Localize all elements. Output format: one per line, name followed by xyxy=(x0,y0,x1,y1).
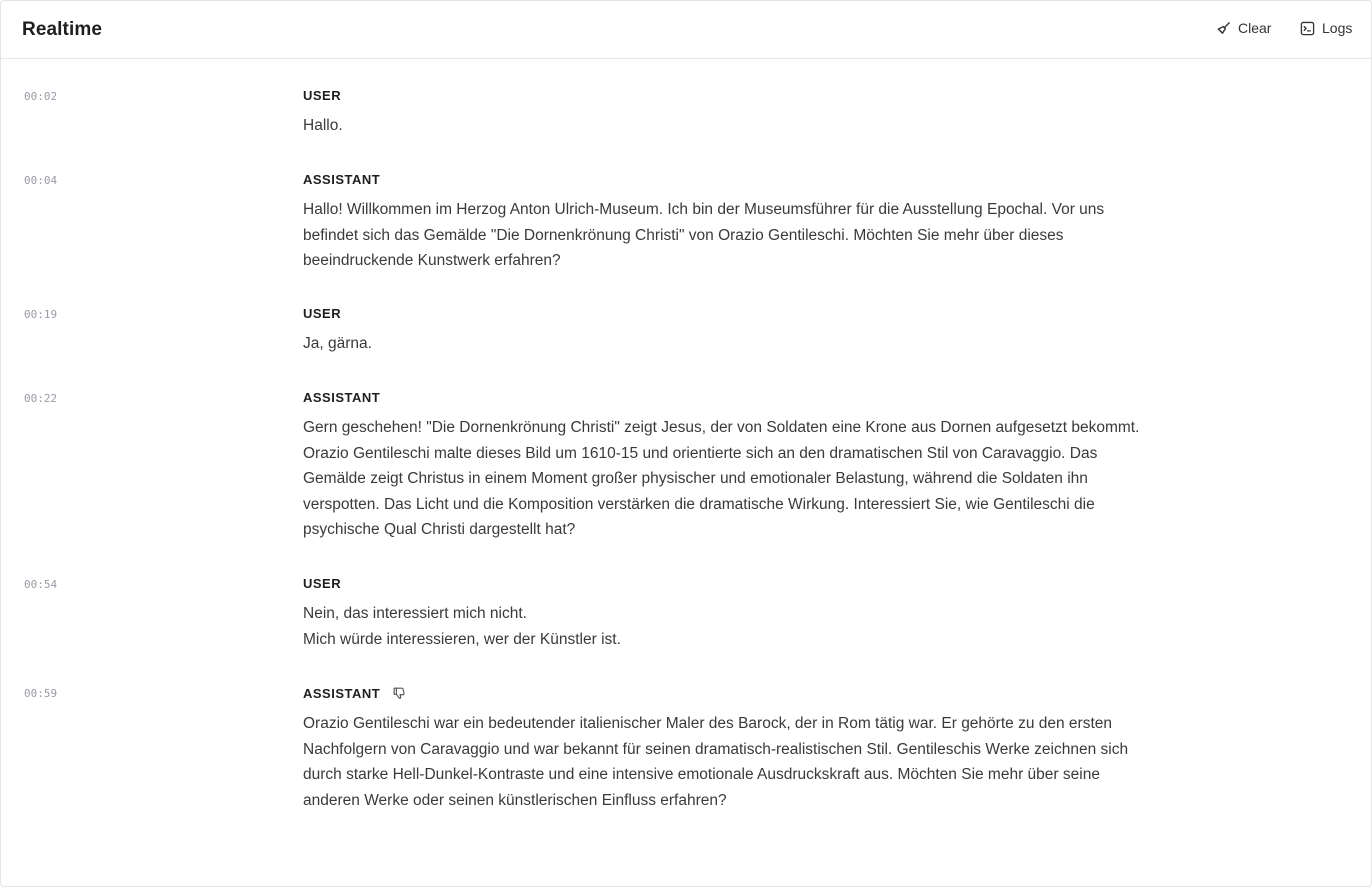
message-text: Gern geschehen! "Die Dornenkrönung Chris… xyxy=(303,419,1140,538)
message-timestamp: 00:02 xyxy=(24,90,58,103)
message-role: USER xyxy=(303,305,342,321)
message-text: Orazio Gentileschi war ein bedeutender i… xyxy=(303,715,1129,809)
message-text: Hallo! Willkommen im Herzog Anton Ulrich… xyxy=(303,201,1105,269)
message-timestamp: 00:54 xyxy=(24,578,58,591)
header: Realtime Clear Logs xyxy=(1,1,1371,59)
page-title: Realtime xyxy=(22,19,103,40)
realtime-panel: Realtime Clear Logs 00:02 USER Hallo. 00… xyxy=(0,0,1372,887)
message-timestamp: 00:19 xyxy=(24,308,58,321)
message-role: ASSISTANT xyxy=(303,389,381,405)
clear-button-label: Clear xyxy=(1238,20,1272,36)
message-timestamp: 00:59 xyxy=(24,687,58,700)
message-timestamp: 00:04 xyxy=(24,174,58,187)
terminal-icon xyxy=(1300,21,1315,36)
message-timestamp: 00:22 xyxy=(24,392,58,405)
thumbs-down-icon[interactable] xyxy=(392,686,406,700)
message-text: Nein, das interessiert mich nicht. Mich … xyxy=(303,605,621,648)
logs-button-label: Logs xyxy=(1322,20,1353,36)
clear-button[interactable]: Clear xyxy=(1216,20,1271,36)
message-role: USER xyxy=(303,87,342,103)
logs-button[interactable]: Logs xyxy=(1300,20,1352,36)
message-text: Hallo. xyxy=(303,117,343,134)
broom-icon xyxy=(1216,21,1231,36)
message-role: ASSISTANT xyxy=(303,685,1148,701)
message-role: USER xyxy=(303,575,342,591)
message-text: Ja, gärna. xyxy=(303,335,372,352)
message-role: ASSISTANT xyxy=(303,171,381,187)
